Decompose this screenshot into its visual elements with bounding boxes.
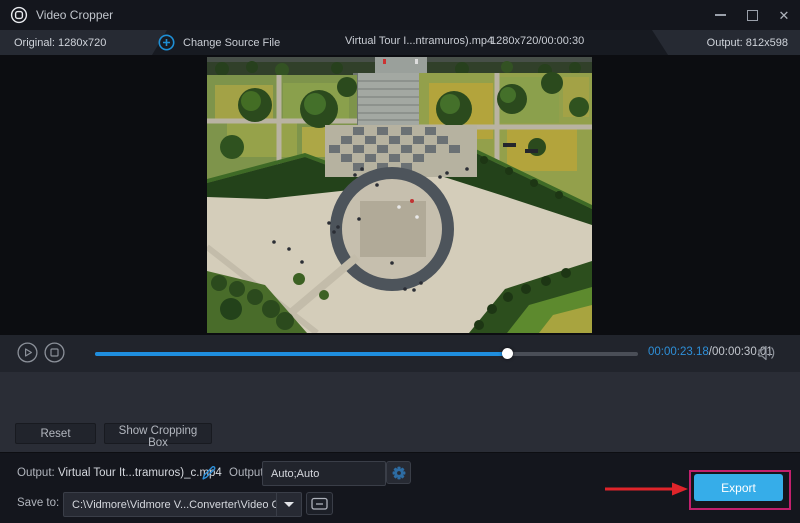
minimize-button[interactable] bbox=[712, 7, 728, 23]
crop-settings-row: Crop Area: 812 × 598 Aspect Rati bbox=[0, 372, 800, 415]
app-logo-icon bbox=[10, 6, 28, 24]
save-path-dropdown[interactable]: C:\Vidmore\Vidmore V...Converter\Video C… bbox=[63, 492, 302, 517]
original-resolution-badge: Original: 1280x720 bbox=[0, 30, 167, 55]
progress-slider[interactable] bbox=[95, 352, 638, 356]
export-button[interactable]: Export bbox=[694, 474, 783, 501]
save-path-value: C:\Vidmore\Vidmore V...Converter\Video C… bbox=[64, 499, 276, 511]
original-resolution-label: Original: 1280x720 bbox=[14, 37, 106, 49]
progress-thumb[interactable] bbox=[502, 348, 513, 359]
reset-button[interactable]: Reset bbox=[15, 423, 96, 444]
output-settings-button[interactable] bbox=[386, 461, 411, 484]
time-display: 00:00:23.18/00:00:30.01 bbox=[648, 346, 773, 358]
maximize-icon bbox=[747, 10, 758, 21]
crop-actions-row: Reset Show Cropping Box bbox=[0, 415, 800, 452]
red-arrow-annotation bbox=[604, 481, 690, 497]
stop-button[interactable] bbox=[43, 342, 65, 364]
video-cropper-window: Video Cropper ✕ Original: 1280x720 Chang… bbox=[0, 0, 800, 523]
minimize-icon bbox=[715, 14, 726, 16]
show-cropping-box-button[interactable]: Show Cropping Box bbox=[104, 423, 212, 444]
gear-icon bbox=[391, 465, 407, 481]
output-resolution-badge: Output: 812x598 bbox=[652, 30, 800, 55]
window-title: Video Cropper bbox=[36, 8, 113, 22]
change-source-file-label: Change Source File bbox=[183, 37, 280, 49]
save-path-caret[interactable] bbox=[277, 502, 301, 507]
play-icon bbox=[17, 342, 38, 363]
playback-bar: 00:00:23.18/00:00:30.01 bbox=[0, 335, 800, 373]
video-preview bbox=[207, 57, 592, 333]
output-format-field[interactable]: Auto;Auto bbox=[262, 461, 386, 486]
output-format-value: Auto;Auto bbox=[263, 468, 319, 480]
folder-icon bbox=[311, 496, 328, 511]
volume-button[interactable] bbox=[757, 345, 776, 364]
progress-fill bbox=[95, 352, 508, 356]
edit-pencil-icon bbox=[201, 465, 217, 481]
source-file-name: Virtual Tour I...ntramuros).mp4 bbox=[345, 35, 493, 47]
source-file-info: 1280x720/00:00:30 bbox=[490, 35, 584, 47]
save-to-label: Save to: bbox=[17, 497, 59, 509]
stop-icon bbox=[44, 342, 65, 363]
maximize-button[interactable] bbox=[744, 7, 760, 23]
output-file-name: Virtual Tour It...tramuros)_c.mp4 bbox=[58, 467, 222, 479]
play-button[interactable] bbox=[16, 342, 38, 364]
close-icon: ✕ bbox=[779, 9, 790, 22]
output-resolution-label: Output: 812x598 bbox=[707, 37, 788, 49]
close-button[interactable]: ✕ bbox=[776, 7, 792, 23]
export-panel: Output: Virtual Tour It...tramuros)_c.mp… bbox=[0, 452, 800, 523]
chevron-down-icon bbox=[284, 502, 294, 507]
window-controls: ✕ bbox=[712, 0, 792, 30]
preview-area bbox=[0, 55, 800, 335]
plus-circle-icon bbox=[158, 34, 175, 51]
speaker-icon bbox=[757, 345, 776, 361]
title-bar: Video Cropper ✕ bbox=[0, 0, 800, 30]
current-time: 00:00:23.18 bbox=[648, 346, 709, 358]
output-name-label: Output: bbox=[17, 467, 55, 479]
change-source-file-button[interactable]: Change Source File bbox=[158, 30, 280, 55]
rename-button[interactable] bbox=[201, 465, 217, 484]
open-folder-button[interactable] bbox=[306, 492, 333, 515]
info-bar: Original: 1280x720 Change Source File Vi… bbox=[0, 30, 800, 55]
